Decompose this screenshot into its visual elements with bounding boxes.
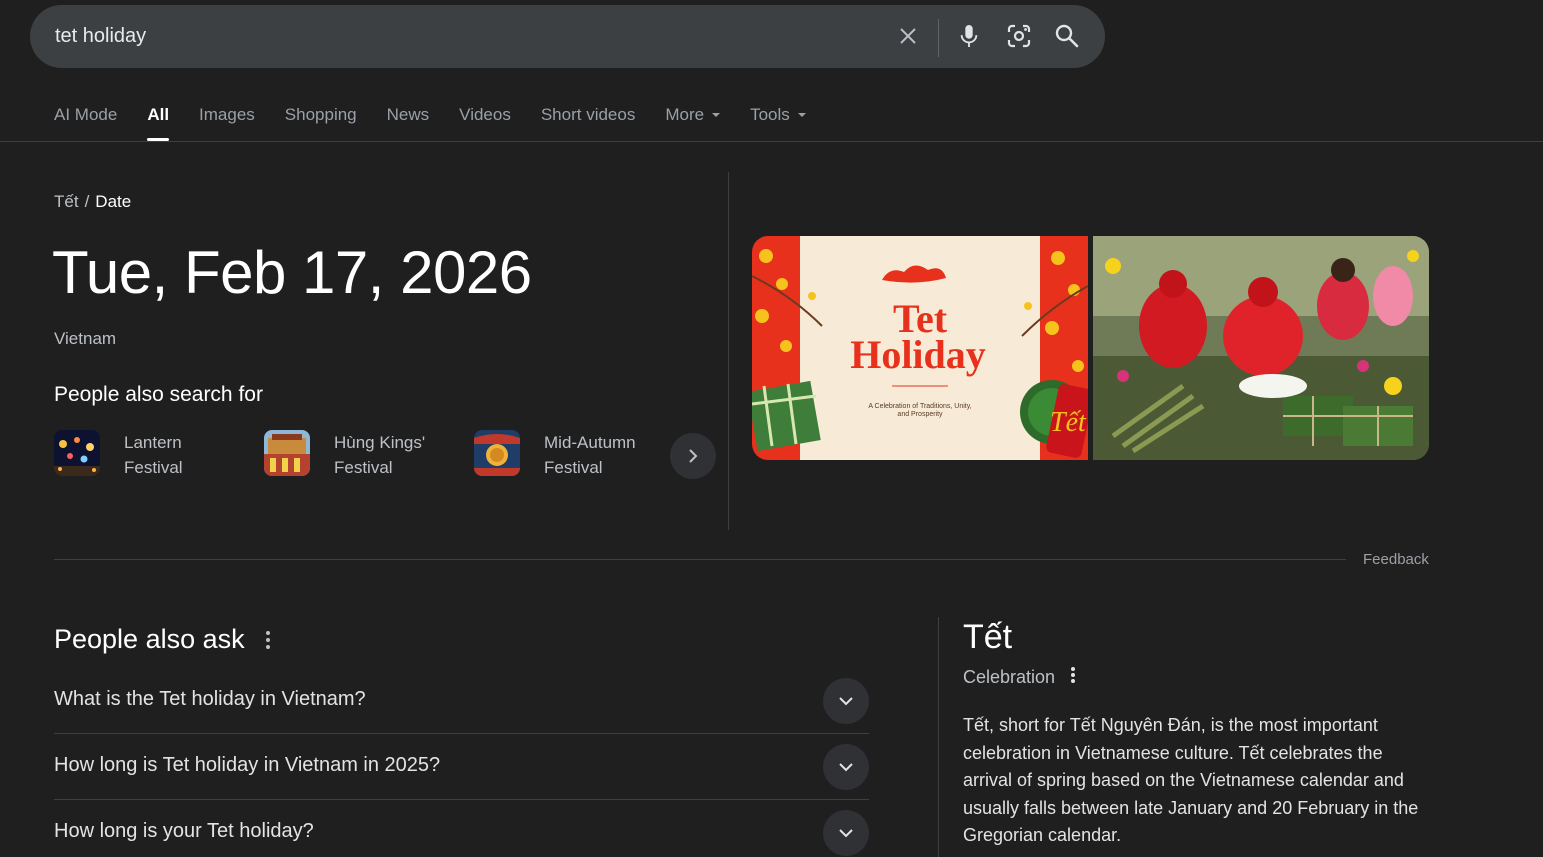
clear-icon[interactable] <box>893 21 923 51</box>
knowledge-panel-title: Tết <box>963 618 1013 656</box>
tab-label: More <box>665 105 705 124</box>
tab-short-videos[interactable]: Short videos <box>541 103 636 141</box>
searchbar-divider <box>938 19 939 57</box>
tet-holiday-poster-image[interactable]: Tết Tet Holiday A Celebration of Traditi… <box>752 236 1088 460</box>
paa-question[interactable]: What is the Tet holiday in Vietnam? <box>54 668 869 734</box>
tab-news[interactable]: News <box>387 103 430 141</box>
caret-down-icon <box>797 113 806 117</box>
tab-images[interactable]: Images <box>199 103 255 141</box>
tab-all[interactable]: All <box>147 103 169 141</box>
lantern-festival-thumbnail <box>54 430 100 476</box>
search-icon[interactable] <box>1052 21 1082 51</box>
feedback-link[interactable]: Feedback <box>1363 551 1429 568</box>
paa-question-text: What is the Tet holiday in Vietnam? <box>54 688 366 710</box>
tab-label: All <box>147 105 170 124</box>
mic-icon[interactable] <box>954 21 984 51</box>
knowledge-panel-divider <box>938 617 939 857</box>
chevron-right-icon <box>689 449 698 463</box>
poster-caption-2: and Prosperity <box>897 411 943 418</box>
pasf-item-lantern-festival[interactable]: Lantern Festival <box>54 430 244 480</box>
tab-label: Images <box>199 105 255 124</box>
poster-title-2: Holiday <box>850 332 986 377</box>
search-tabs: AI Mode All Images Shopping News Videos … <box>54 103 836 141</box>
pasf-item-hung-kings-festival[interactable]: Hùng Kings' Festival <box>264 430 454 480</box>
tabs-divider <box>0 141 1543 142</box>
answer-date: Tue, Feb 17, 2026 <box>52 239 532 306</box>
answer-country: Vietnam <box>54 329 117 348</box>
section-divider <box>54 559 1346 560</box>
tab-label: Videos <box>459 105 511 124</box>
pasf-label: Hùng Kings' Festival <box>334 433 426 477</box>
knowledge-panel-description: Tết, short for Tết Nguyên Đán, is the mo… <box>963 715 1419 845</box>
caret-down-icon <box>712 113 721 117</box>
tab-label: News <box>386 105 430 124</box>
breadcrumb-current: Date <box>95 192 132 211</box>
tab-videos[interactable]: Videos <box>459 103 511 141</box>
answer-divider <box>728 172 729 530</box>
knowledge-panel-subtitle: Celebration <box>963 667 1056 687</box>
hung-kings-festival-thumbnail <box>264 430 310 476</box>
tab-label: Short videos <box>540 105 636 124</box>
people-also-ask-title: People also ask <box>54 624 245 654</box>
pasf-label: Lantern Festival <box>124 433 183 477</box>
chevron-down-icon[interactable] <box>823 810 869 856</box>
chevron-down-icon[interactable] <box>823 744 869 790</box>
paa-question[interactable]: How long is Tet holiday in Vietnam in 20… <box>54 734 869 800</box>
tab-label: Shopping <box>284 105 357 124</box>
paa-question-text: How long is Tet holiday in Vietnam in 20… <box>54 754 441 776</box>
more-options-icon[interactable] <box>1067 666 1079 689</box>
lens-icon[interactable] <box>1004 21 1034 51</box>
poster-caption-1: A Celebration of Traditions, Unity, <box>868 403 971 410</box>
pasf-item-mid-autumn-festival[interactable]: Mid-Autumn Festival <box>474 430 664 480</box>
tab-shopping[interactable]: Shopping <box>285 103 357 141</box>
chevron-down-icon[interactable] <box>823 678 869 724</box>
breadcrumb: Tết / Date <box>54 192 131 212</box>
search-input[interactable]: tet holiday <box>55 25 146 48</box>
search-bar[interactable]: tet holiday <box>30 5 1105 68</box>
pasf-next-button[interactable] <box>670 433 716 479</box>
breadcrumb-parent[interactable]: Tết <box>54 192 79 211</box>
more-options-icon[interactable] <box>262 630 274 655</box>
tab-ai-mode[interactable]: AI Mode <box>54 103 117 141</box>
people-also-search-title: People also search for <box>54 383 263 406</box>
paa-question[interactable]: How long is your Tet holiday? <box>54 800 869 857</box>
paa-question-text: How long is your Tet holiday? <box>54 820 314 842</box>
breadcrumb-separator: / <box>84 192 90 211</box>
tab-tools[interactable]: Tools <box>750 103 806 141</box>
mid-autumn-festival-thumbnail <box>474 430 520 476</box>
tab-label: Tools <box>750 105 790 124</box>
tet-celebration-photo-image[interactable] <box>1093 236 1429 460</box>
tab-more[interactable]: More <box>665 103 721 141</box>
pasf-label: Mid-Autumn Festival <box>544 433 636 477</box>
poster-corner-text: Tết <box>1050 407 1087 438</box>
tab-label: AI Mode <box>54 105 118 124</box>
